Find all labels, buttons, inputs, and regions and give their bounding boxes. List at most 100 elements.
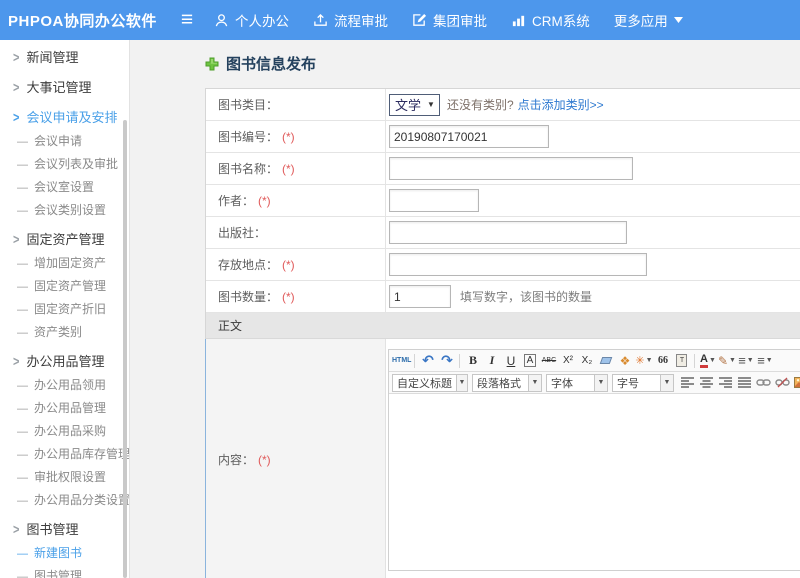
- toolbar-separator: [414, 354, 415, 368]
- underline-button[interactable]: U: [501, 352, 520, 370]
- form-row-quantity: 图书数量： (*) 填写数字，该图书的数量: [206, 281, 800, 313]
- sidebar-item-label: 固定资产折旧: [34, 302, 106, 316]
- sidebar-item-label: 增加固定资产: [34, 256, 106, 270]
- dash-icon: —: [17, 205, 28, 217]
- align-right-button[interactable]: [716, 374, 735, 392]
- sidebar-item-events-management[interactable]: >大事记管理: [0, 76, 129, 100]
- undo-button[interactable]: ↶: [418, 352, 437, 370]
- sidebar-item-approval-permission[interactable]: —审批权限设置: [0, 466, 129, 489]
- font-border-button[interactable]: A: [520, 352, 539, 370]
- sidebar-item-supplies-management[interactable]: >办公用品管理: [0, 350, 129, 374]
- select-arrow-icon: ▼: [427, 100, 435, 109]
- unordered-list-button[interactable]: ≡▼: [755, 352, 774, 370]
- book-no-input[interactable]: [389, 125, 549, 148]
- dash-icon: —: [17, 449, 28, 461]
- sidebar-item-asset-management[interactable]: >固定资产管理: [0, 228, 129, 252]
- ordered-list-button[interactable]: ≡▼: [736, 352, 755, 370]
- author-input[interactable]: [389, 189, 479, 212]
- auto-typeset-button[interactable]: ✳▼: [634, 352, 653, 370]
- sidebar-item-asset-add[interactable]: —增加固定资产: [0, 252, 129, 275]
- nav-label: 集团审批: [433, 10, 487, 30]
- category-select[interactable]: 文学 ▼: [389, 94, 440, 116]
- eraser-icon: [600, 357, 613, 364]
- highlight-button[interactable]: ✎▼: [717, 352, 736, 370]
- nav-personal-office[interactable]: 个人办公: [214, 10, 289, 30]
- sidebar-item-supplies-classify[interactable]: —办公用品分类设置: [0, 489, 129, 512]
- sidebar-item-meeting-management[interactable]: >会议申请及安排: [0, 106, 129, 130]
- sidebar-item-book-new[interactable]: —新建图书: [0, 542, 129, 565]
- redo-button[interactable]: ↷: [437, 352, 456, 370]
- align-left-button[interactable]: [678, 374, 697, 392]
- editor-content-area[interactable]: [389, 394, 800, 570]
- dropdown-arrow-icon: ▼: [660, 375, 673, 391]
- label-text: 图书编号：: [218, 128, 278, 145]
- nav-more-apps[interactable]: 更多应用: [614, 10, 689, 30]
- category-hint: 还没有类别?: [447, 96, 514, 113]
- sidebar-item-label: 大事记管理: [26, 76, 91, 100]
- sidebar-item-meeting-category[interactable]: —会议类别设置: [0, 199, 129, 222]
- sidebar-item-supplies-claim[interactable]: —办公用品领用: [0, 374, 129, 397]
- subscript-button[interactable]: X₂: [577, 352, 596, 370]
- remove-format-button[interactable]: [596, 352, 615, 370]
- nav-group-approval[interactable]: 集团审批: [412, 10, 487, 30]
- unlink-icon: [775, 377, 790, 388]
- sidebar-item-asset-depreciation[interactable]: — 固定资产折旧: [0, 298, 129, 321]
- add-category-link[interactable]: 点击添加类别>>: [518, 96, 604, 113]
- dropdown-arrow-icon: ▼: [594, 375, 607, 391]
- insert-image-button[interactable]: [792, 374, 800, 392]
- editor-toolbar-row-2: 自定义标题▼ 段落格式▼ 字体▼ 字号▼: [389, 372, 800, 394]
- sidebar-item-news-management[interactable]: >新闻管理: [0, 46, 129, 70]
- align-center-button[interactable]: [697, 374, 716, 392]
- sidebar-item-supplies-manage[interactable]: —办公用品管理: [0, 397, 129, 420]
- sidebar-item-supplies-inventory[interactable]: —办公用品库存管理: [0, 443, 129, 466]
- format-brush-button[interactable]: ❖: [615, 352, 634, 370]
- sidebar-item-meeting-room[interactable]: —会议室设置: [0, 176, 129, 199]
- font-size-dropdown[interactable]: 字号▼: [612, 374, 674, 392]
- menu-toggle-icon[interactable]: ≡: [172, 0, 202, 40]
- sidebar-item-asset-manage[interactable]: —固定资产管理: [0, 275, 129, 298]
- nav-workflow-approval[interactable]: 流程审批: [313, 10, 388, 30]
- sidebar-item-book-management[interactable]: >图书管理: [0, 518, 129, 542]
- toolbar-separator: [459, 354, 460, 368]
- form-row-author: 作者： (*): [206, 185, 800, 217]
- sidebar-item-label: 固定资产管理: [26, 228, 104, 252]
- dash-icon: —: [17, 304, 28, 316]
- location-input[interactable]: [389, 253, 647, 276]
- paragraph-format-dropdown[interactable]: 段落格式▼: [472, 374, 542, 392]
- sidebar-item-asset-category[interactable]: —资产类别: [0, 321, 129, 344]
- align-justify-button[interactable]: [735, 374, 754, 392]
- sidebar-scrollbar[interactable]: [123, 120, 127, 578]
- blockquote-button[interactable]: 66: [653, 352, 672, 370]
- insert-link-button[interactable]: [754, 374, 773, 392]
- book-name-input[interactable]: [389, 157, 633, 180]
- sidebar-menu: >新闻管理 >大事记管理 >会议申请及安排 —会议申请 —会议列表及审批 —会议…: [0, 46, 129, 578]
- caret-down-icon: [674, 17, 683, 23]
- field-label: 图书名称： (*): [206, 153, 386, 184]
- sidebar-item-supplies-purchase[interactable]: —办公用品采购: [0, 420, 129, 443]
- italic-button[interactable]: I: [482, 352, 501, 370]
- sidebar-item-label: 办公用品管理: [34, 401, 106, 415]
- font-color-button[interactable]: A▼: [698, 352, 717, 370]
- bold-button[interactable]: B: [463, 352, 482, 370]
- paste-text-button[interactable]: T: [672, 352, 691, 370]
- sidebar-item-book-manage[interactable]: —图书管理: [0, 565, 129, 578]
- unlink-button[interactable]: [773, 374, 792, 392]
- boxed-a-icon: A: [524, 354, 537, 367]
- sidebar-item-meeting-apply[interactable]: —会议申请: [0, 130, 129, 153]
- quantity-input[interactable]: [389, 285, 451, 308]
- custom-title-dropdown[interactable]: 自定义标题▼: [392, 374, 468, 392]
- top-navigation: 个人办公 流程审批 集团审批 CRM系统 更多应用: [214, 10, 713, 30]
- required-mark: (*): [282, 162, 295, 176]
- chevron-right-icon: >: [13, 43, 19, 73]
- dropdown-arrow-icon: ▼: [729, 357, 736, 364]
- font-family-dropdown[interactable]: 字体▼: [546, 374, 608, 392]
- app-logo: PHPOA协同办公软件: [0, 10, 172, 31]
- source-code-button[interactable]: HTML: [392, 352, 411, 370]
- publisher-input[interactable]: [389, 221, 627, 244]
- strikethrough-button[interactable]: ABC: [539, 352, 558, 370]
- topbar: PHPOA协同办公软件 ≡ 个人办公 流程审批 集团审批 CRM系统 更多应用: [0, 0, 800, 40]
- dropdown-arrow-icon: ▼: [456, 375, 467, 391]
- sidebar-item-meeting-list[interactable]: —会议列表及审批: [0, 153, 129, 176]
- nav-crm-system[interactable]: CRM系统: [511, 10, 590, 30]
- superscript-button[interactable]: X²: [558, 352, 577, 370]
